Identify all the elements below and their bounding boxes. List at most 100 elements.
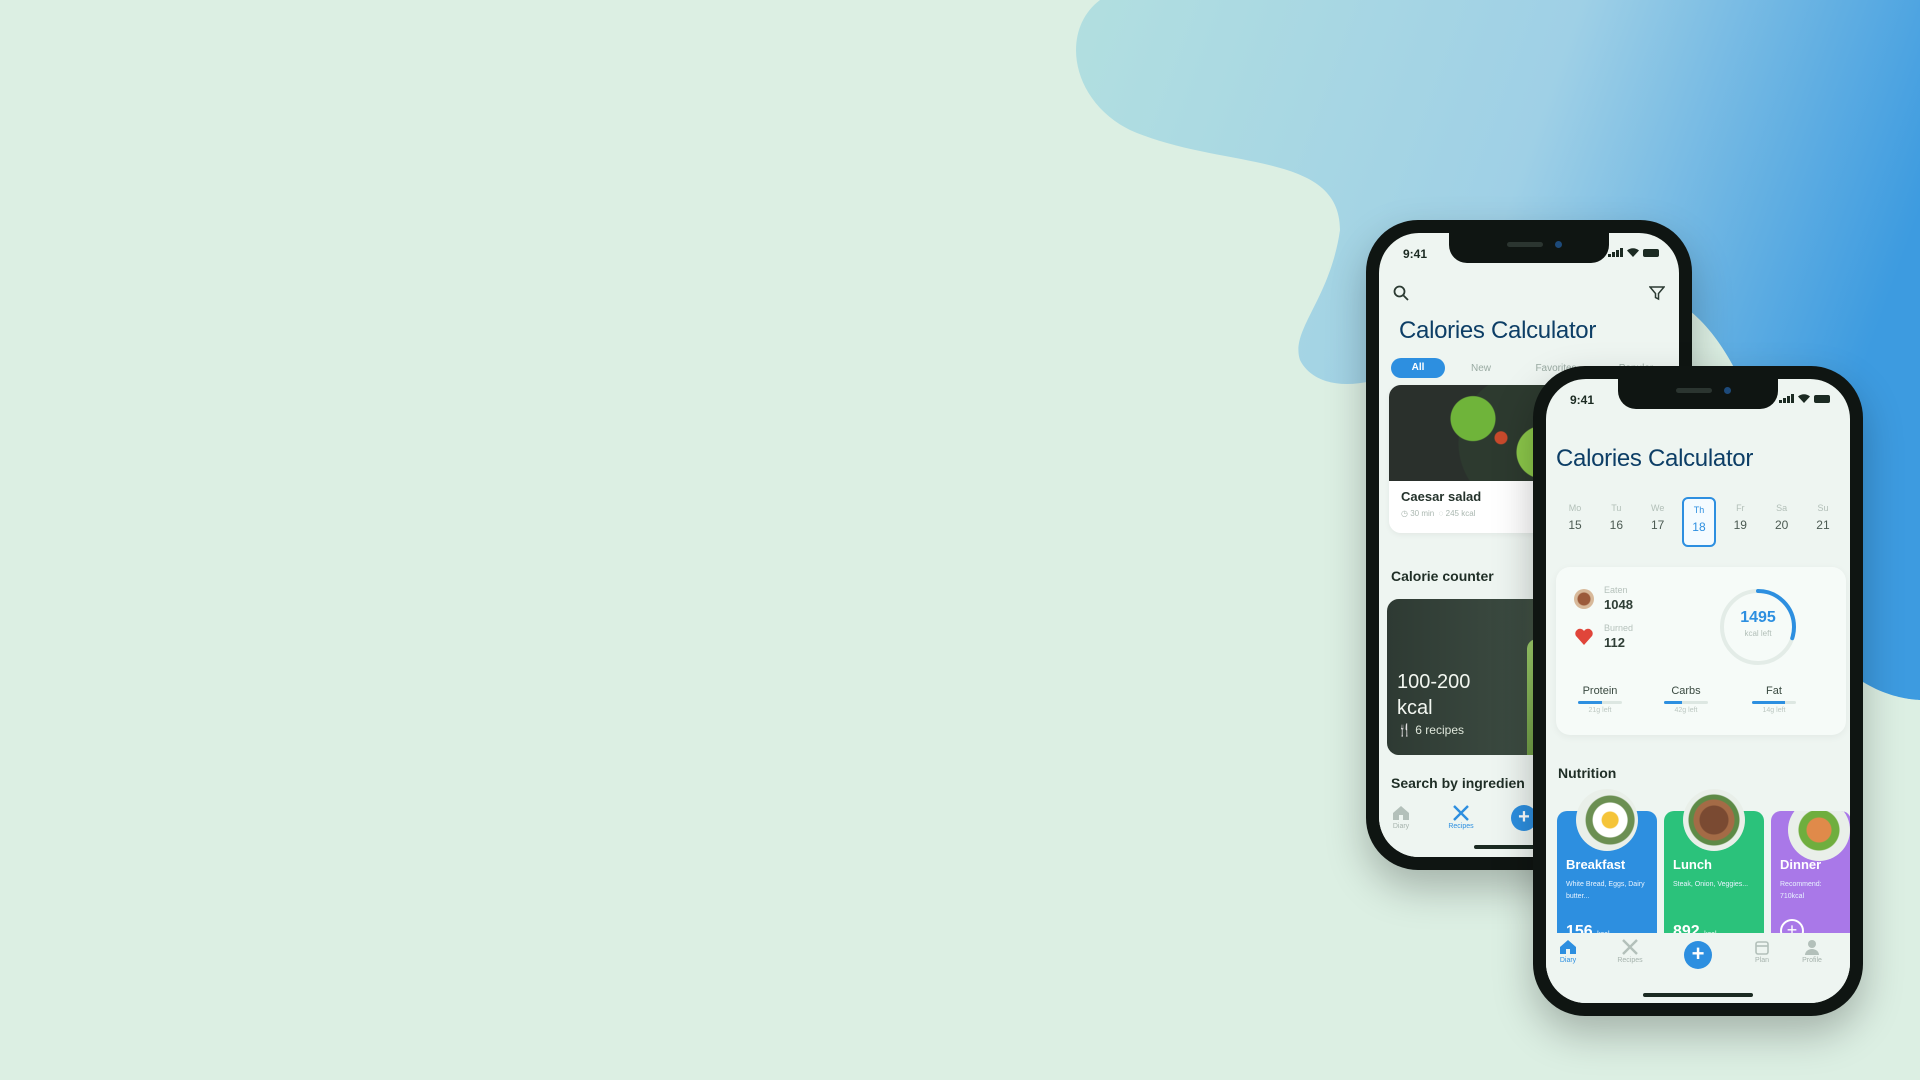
search-ingredient-heading: Search by ingredien <box>1391 775 1525 791</box>
nav-profile-label: Profile <box>1802 957 1822 964</box>
tab-all[interactable]: All <box>1391 358 1445 378</box>
counter-range-unit: kcal <box>1397 697 1433 719</box>
day-name: Fr <box>1736 503 1745 513</box>
recipe-name: Caesar salad <box>1401 489 1482 504</box>
status-time: 9:41 <box>1570 393 1595 407</box>
nav-recipes[interactable]: Recipes <box>1610 939 1650 964</box>
battery-icon <box>1814 395 1830 403</box>
calorie-counter-heading: Calorie counter <box>1391 568 1494 584</box>
recipe-time: 30 min <box>1410 509 1435 518</box>
day-name: Su <box>1817 503 1829 513</box>
search-icon[interactable] <box>1393 285 1409 301</box>
nav-plan-label: Plan <box>1754 957 1769 964</box>
macro-name: Protein <box>1582 685 1618 697</box>
filter-icon[interactable] <box>1649 285 1665 301</box>
calories-left-ring <box>1720 589 1796 665</box>
nav-recipes[interactable]: Recipes <box>1441 805 1481 830</box>
flame-icon: ◌ <box>1438 509 1446 518</box>
macro-left: 14g left <box>1762 707 1786 714</box>
utensils-icon: 🍴 <box>1397 723 1412 737</box>
nav-diary-label: Diary <box>1392 823 1410 830</box>
kcal-left-label: kcal left <box>1744 629 1772 638</box>
plus-icon: + <box>1691 941 1705 966</box>
breakfast-plate-image <box>1576 789 1638 851</box>
meal-title: Lunch <box>1673 857 1712 872</box>
macro-bar-fill <box>1664 701 1682 704</box>
day-date: 17 <box>1650 518 1665 532</box>
nutrition-heading: Nutrition <box>1558 765 1617 781</box>
meal-desc: White Bread, Eggs, Dairy butter... <box>1566 881 1645 900</box>
day-date: 20 <box>1774 518 1789 532</box>
macro-bar-fill <box>1752 701 1785 704</box>
utensils-icon <box>1453 805 1469 821</box>
macro-left: 21g left <box>1588 707 1612 714</box>
burned-value: 112 <box>1604 635 1625 650</box>
macro-left: 42g left <box>1674 707 1698 714</box>
signal-icon <box>1779 394 1794 403</box>
plus-icon: + <box>1518 806 1530 828</box>
eaten-label: Eaten <box>1604 585 1628 595</box>
nav-profile[interactable]: Profile <box>1792 939 1832 964</box>
app-title: Calories Calculator <box>1556 445 1754 472</box>
burned-label: Burned <box>1604 623 1634 633</box>
nav-plan[interactable]: Plan <box>1742 939 1782 964</box>
nav-diary[interactable]: Diary <box>1381 805 1421 830</box>
macro-bar <box>1664 701 1708 704</box>
heart-icon <box>1575 628 1593 645</box>
calorie-summary-card: Eaten 1048 Burned 112 1495 kcal left Pro… <box>1556 567 1846 735</box>
front-phone-screen: 9:41 Calories Calculator Mo 15 Tu 16 We 17 … <box>1546 379 1850 1003</box>
tab-new[interactable]: New <box>1451 363 1511 374</box>
phone-notch <box>1618 379 1778 409</box>
macro-protein: Protein 21g left <box>1570 685 1630 714</box>
day-date: 16 <box>1609 518 1623 532</box>
add-button[interactable]: + <box>1684 941 1712 969</box>
status-time: 9:41 <box>1403 247 1428 261</box>
day-name: Th <box>1693 505 1705 515</box>
counter-recipes: 🍴 6 recipes <box>1397 723 1464 737</box>
kcal-left-value: 1495 <box>1740 609 1776 626</box>
phone-notch <box>1449 233 1609 263</box>
macro-carbs: Carbs 42g left <box>1656 685 1716 714</box>
meal-card-breakfast[interactable]: Breakfast White Bread, Eggs, Dairy butte… <box>1557 789 1657 949</box>
day-we[interactable]: We 17 <box>1641 497 1675 547</box>
day-fr[interactable]: Fr 19 <box>1723 497 1757 547</box>
macro-fat: Fat 14g left <box>1744 685 1804 714</box>
food-icon <box>1574 589 1594 609</box>
day-date: 19 <box>1733 518 1747 532</box>
home-indicator <box>1643 993 1753 997</box>
wifi-icon <box>1627 248 1639 257</box>
day-mo[interactable]: Mo 15 <box>1558 497 1592 547</box>
week-day-picker: Mo 15 Tu 16 We 17 Th 18 Fr 19 Sa 20 Su 21 <box>1558 497 1840 547</box>
day-tu[interactable]: Tu 16 <box>1599 497 1633 547</box>
day-name: Tu <box>1611 503 1622 513</box>
day-sa[interactable]: Sa 20 <box>1765 497 1799 547</box>
calendar-icon <box>1755 941 1769 955</box>
eaten-value: 1048 <box>1604 597 1633 612</box>
lunch-plate-image <box>1683 789 1745 851</box>
meal-desc: Steak, Onion, Veggies... <box>1673 881 1749 888</box>
day-su[interactable]: Su 21 <box>1806 497 1840 547</box>
day-date: 15 <box>1568 518 1582 532</box>
meal-card-dinner[interactable]: Dinner Recommend: 710kcal + <box>1771 811 1850 949</box>
nav-diary[interactable]: Diary <box>1548 939 1588 964</box>
counter-range-value: 100-200 <box>1397 671 1471 693</box>
nav-diary-label: Diary <box>1559 957 1577 964</box>
meal-card-lunch[interactable]: Lunch Steak, Onion, Veggies... 892 kcal <box>1664 789 1764 949</box>
wifi-icon <box>1798 394 1810 403</box>
day-date: 21 <box>1816 518 1830 532</box>
utensils-icon <box>1622 939 1638 955</box>
dinner-plate-image <box>1788 811 1850 861</box>
macro-bar <box>1752 701 1796 704</box>
nav-recipes-label: Recipes <box>1448 823 1474 830</box>
macro-name: Fat <box>1766 685 1782 697</box>
clock-icon: ◷ <box>1401 509 1411 518</box>
battery-icon <box>1643 249 1659 257</box>
meal-desc: Recommend: 710kcal <box>1780 881 1822 900</box>
macro-bar <box>1578 701 1622 704</box>
counter-recipes-count: 6 recipes <box>1415 723 1464 737</box>
recipe-meta: ◷ 30 min ◌ 245 kcal <box>1401 509 1475 518</box>
nav-recipes-label: Recipes <box>1617 957 1643 964</box>
day-th-selected[interactable]: Th 18 <box>1681 497 1716 547</box>
app-title: Calories Calculator <box>1399 317 1597 344</box>
day-date: 18 <box>1692 520 1706 534</box>
